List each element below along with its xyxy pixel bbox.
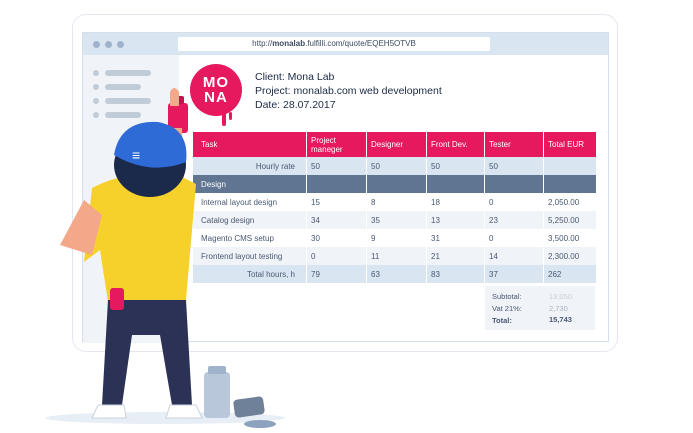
raised-hand (170, 88, 179, 106)
cap-logo-icon: ≡ (132, 147, 140, 163)
shoe-right (165, 404, 203, 419)
shoe-left (91, 404, 127, 419)
spray-can-pocket-icon (110, 288, 124, 310)
trousers (102, 300, 192, 405)
painter-illustration: ≡ (45, 88, 285, 428)
